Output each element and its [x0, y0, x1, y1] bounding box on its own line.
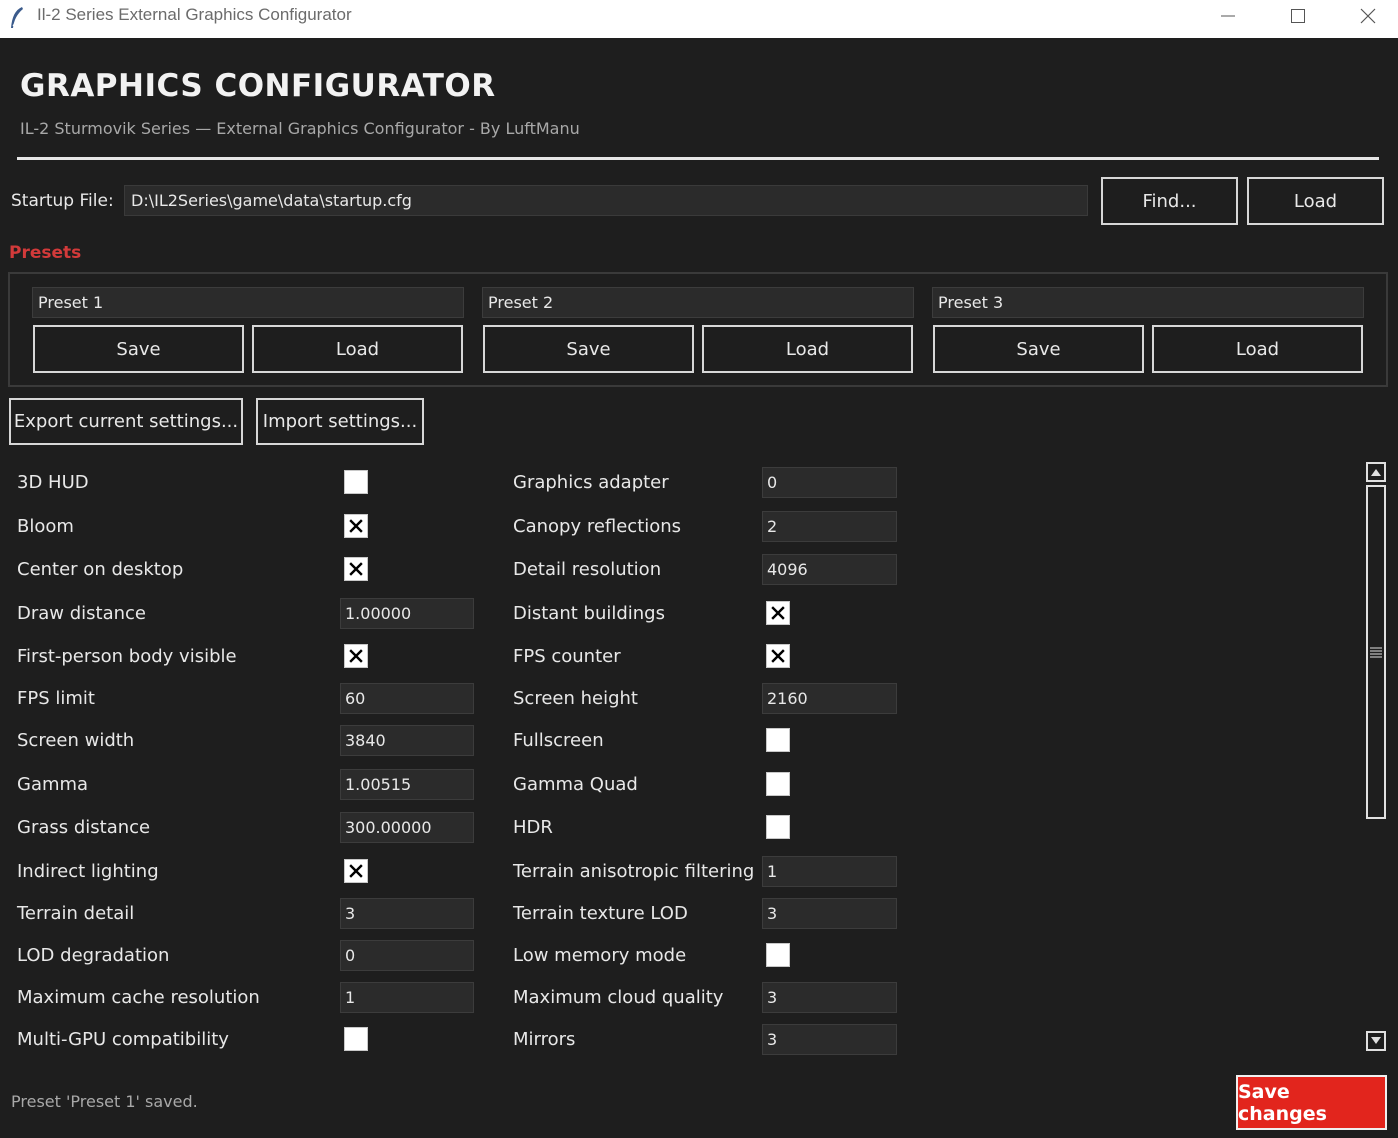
import-settings-button[interactable]: Import settings... [256, 398, 424, 445]
field-terrain-anisotropic-filtering[interactable] [762, 856, 897, 887]
checkbox-distant-buildings[interactable] [766, 601, 790, 625]
preset-3-save-button[interactable]: Save [933, 325, 1144, 373]
startup-file-label: Startup File: [11, 191, 114, 211]
setting-label-screen-width: Screen width [17, 730, 135, 751]
field-canopy-reflections[interactable] [762, 511, 897, 542]
field-screen-height[interactable] [762, 683, 897, 714]
setting-label-low-memory-mode: Low memory mode [513, 945, 687, 966]
preset-3-load-button[interactable]: Load [1152, 325, 1363, 373]
maximize-icon [1291, 9, 1305, 23]
feather-icon [11, 7, 23, 28]
field-grass-distance[interactable] [340, 812, 474, 843]
field-gamma[interactable] [340, 769, 474, 800]
setting-label-gamma-quad: Gamma Quad [513, 774, 638, 795]
scroll-down-button[interactable] [1366, 1031, 1386, 1051]
preset-3-name-input[interactable] [932, 287, 1364, 318]
setting-label-fps-limit: FPS limit [17, 688, 95, 709]
field-draw-distance[interactable] [340, 598, 474, 629]
title-bar: Il-2 Series External Graphics Configurat… [0, 0, 1398, 38]
checkbox-center-on-desktop[interactable] [344, 557, 368, 581]
close-button[interactable] [1333, 0, 1398, 32]
preset-2-save-button[interactable]: Save [483, 325, 694, 373]
preset-2-name-input[interactable] [482, 287, 914, 318]
setting-label-gamma: Gamma [17, 774, 89, 795]
field-maximum-cache-resolution[interactable] [340, 982, 474, 1013]
checkbox-indirect-lighting[interactable] [344, 859, 368, 883]
field-mirrors[interactable] [762, 1024, 897, 1055]
check-x-icon [349, 864, 363, 878]
setting-label-bloom: Bloom [17, 516, 74, 537]
field-detail-resolution[interactable] [762, 554, 897, 585]
presets-label: Presets [9, 243, 82, 263]
field-terrain-texture-lod[interactable] [762, 898, 897, 929]
settings-scrollbar[interactable] [1366, 462, 1388, 1052]
check-x-icon [349, 562, 363, 576]
setting-label-detail-resolution: Detail resolution [513, 559, 662, 580]
setting-label-graphics-adapter: Graphics adapter [513, 472, 669, 493]
setting-label-screen-height: Screen height [513, 688, 638, 709]
checkbox-multi-gpu-compatibility[interactable] [344, 1027, 368, 1051]
minimize-button[interactable] [1193, 0, 1263, 32]
checkbox-low-memory-mode[interactable] [766, 943, 790, 967]
scroll-up-button[interactable] [1366, 462, 1386, 482]
check-x-icon [349, 519, 363, 533]
startup-file-input[interactable] [124, 185, 1088, 216]
setting-label-3d-hud: 3D HUD [17, 472, 89, 493]
checkbox-fullscreen[interactable] [766, 728, 790, 752]
setting-label-fps-counter: FPS counter [513, 646, 621, 667]
setting-label-multi-gpu-compatibility: Multi-GPU compatibility [17, 1029, 229, 1050]
setting-label-maximum-cache-resolution: Maximum cache resolution [17, 987, 260, 1008]
field-maximum-cloud-quality[interactable] [762, 982, 897, 1013]
preset-1-save-button[interactable]: Save [33, 325, 244, 373]
preset-1-load-button[interactable]: Load [252, 325, 463, 373]
triangle-up-icon [1371, 469, 1381, 476]
checkbox-first-person-body-visible[interactable] [344, 644, 368, 668]
check-x-icon [349, 649, 363, 663]
checkbox-fps-counter[interactable] [766, 644, 790, 668]
field-fps-limit[interactable] [340, 683, 474, 714]
setting-label-maximum-cloud-quality: Maximum cloud quality [513, 987, 724, 1008]
field-lod-degradation[interactable] [340, 940, 474, 971]
field-graphics-adapter[interactable] [762, 467, 897, 498]
close-icon [1360, 8, 1376, 24]
setting-label-distant-buildings: Distant buildings [513, 603, 665, 624]
page-subtitle: IL-2 Sturmovik Series — External Graphic… [20, 119, 580, 138]
window-title: Il-2 Series External Graphics Configurat… [37, 5, 352, 24]
setting-label-grass-distance: Grass distance [17, 817, 151, 838]
setting-label-terrain-texture-lod: Terrain texture LOD [513, 903, 688, 924]
checkbox-3d-hud[interactable] [344, 470, 368, 494]
grip-icon [1370, 647, 1382, 658]
setting-label-center-on-desktop: Center on desktop [17, 559, 184, 580]
setting-label-lod-degradation: LOD degradation [17, 945, 170, 966]
setting-label-first-person-body-visible: First-person body visible [17, 646, 237, 667]
setting-label-canopy-reflections: Canopy reflections [513, 516, 682, 537]
field-terrain-detail[interactable] [340, 898, 474, 929]
field-screen-width[interactable] [340, 725, 474, 756]
check-x-icon [771, 649, 785, 663]
minimize-icon [1221, 15, 1235, 17]
setting-label-indirect-lighting: Indirect lighting [17, 861, 159, 882]
check-x-icon [771, 606, 785, 620]
export-settings-button[interactable]: Export current settings... [9, 398, 243, 445]
setting-label-mirrors: Mirrors [513, 1029, 576, 1050]
checkbox-gamma-quad[interactable] [766, 772, 790, 796]
maximize-button[interactable] [1263, 0, 1333, 32]
preset-1-name-input[interactable] [32, 287, 464, 318]
setting-label-terrain-anisotropic-filtering: Terrain anisotropic filtering [513, 861, 755, 882]
checkbox-hdr[interactable] [766, 815, 790, 839]
setting-label-hdr: HDR [513, 817, 553, 838]
setting-label-draw-distance: Draw distance [17, 603, 147, 624]
setting-label-terrain-detail: Terrain detail [17, 903, 135, 924]
page-title: GRAPHICS CONFIGURATOR [20, 68, 496, 104]
scroll-thumb[interactable] [1366, 485, 1386, 819]
preset-2-load-button[interactable]: Load [702, 325, 913, 373]
save-changes-button[interactable]: Save changes [1236, 1075, 1387, 1130]
checkbox-bloom[interactable] [344, 514, 368, 538]
load-startup-button[interactable]: Load [1247, 177, 1384, 225]
status-message: Preset 'Preset 1' saved. [11, 1092, 198, 1111]
find-button[interactable]: Find... [1101, 177, 1238, 225]
triangle-down-icon [1371, 1037, 1381, 1044]
header-divider [17, 157, 1379, 160]
setting-label-fullscreen: Fullscreen [513, 730, 604, 751]
